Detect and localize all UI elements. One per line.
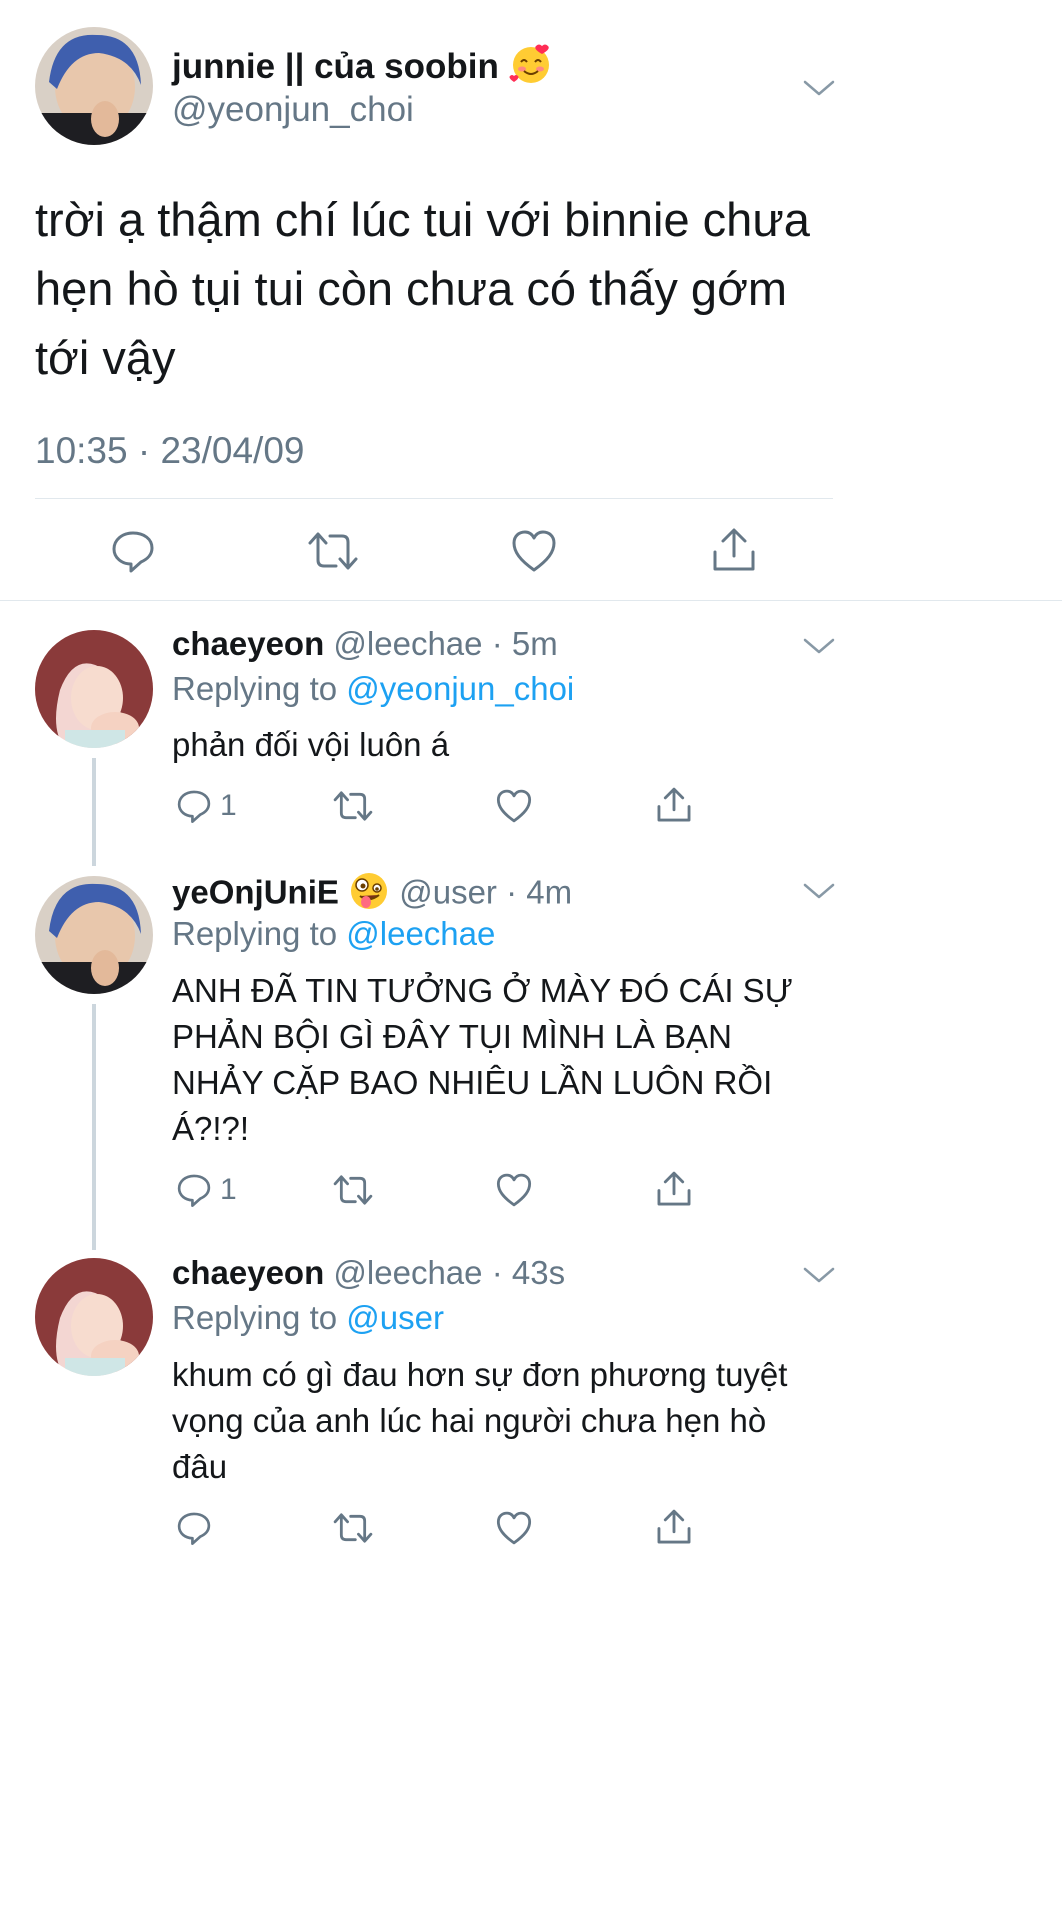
reply-icon[interactable] (176, 1172, 212, 1208)
reply-icon[interactable] (176, 1510, 212, 1546)
replying-to-label: Replying to (172, 670, 347, 707)
share-icon[interactable] (655, 1170, 693, 1208)
replying-to: Replying to @leechae (172, 915, 495, 953)
main-tweet-handle[interactable]: @yeonjun_choi (172, 90, 414, 130)
reply-avatar[interactable] (35, 630, 153, 748)
reply-text-line: NHẢY CẶP BAO NHIÊU LẦN LUÔN RỒI (172, 1064, 773, 1101)
smiling-face-with-hearts-icon (509, 42, 553, 95)
reply-text-line: khum có gì đau hơn sự đơn phương tuyệt (172, 1356, 788, 1393)
reply-count: 1 (220, 789, 237, 822)
like-icon[interactable] (495, 788, 533, 824)
reply-author-name[interactable]: yeOnjUniE (172, 874, 339, 911)
zany-face-icon (348, 870, 390, 920)
main-tweet-timestamp[interactable]: 10:35 · 23/04/09 (35, 430, 305, 472)
retweet-icon[interactable] (332, 788, 374, 824)
main-tweet-avatar[interactable] (35, 27, 153, 145)
like-icon[interactable] (495, 1510, 533, 1546)
reply-time[interactable]: · 43s (492, 1254, 565, 1291)
main-tweet-text: trời ạ thậm chí lúc tui với binnie chưa … (35, 185, 810, 392)
reply-icon[interactable] (176, 788, 212, 824)
reply-count: 1 (220, 1173, 237, 1206)
reply-text: ANH ĐÃ TIN TƯỞNG Ở MÀY ĐÓ CÁI SỰ PHẢN BỘ… (172, 968, 793, 1152)
reply-time[interactable]: · 4m (506, 874, 572, 911)
reply-text-line: Á?!?! (172, 1110, 250, 1147)
retweet-icon[interactable] (306, 528, 360, 574)
main-tweet-author-name[interactable]: junnie || của soobin (172, 42, 553, 95)
retweet-icon[interactable] (332, 1172, 374, 1208)
reply-text-line: phản đối vội luôn á (172, 726, 450, 763)
reply-avatar[interactable] (35, 876, 153, 994)
thread-line (92, 1004, 96, 1250)
share-icon[interactable] (655, 786, 693, 824)
section-divider (0, 600, 1062, 601)
main-tweet-text-line: trời ạ thậm chí lúc tui với binnie chưa (35, 193, 810, 246)
reply-text: khum có gì đau hơn sự đơn phương tuyệt v… (172, 1352, 787, 1490)
chevron-down-icon[interactable] (802, 881, 836, 901)
reply-handle[interactable]: @leechae (333, 625, 482, 662)
share-icon[interactable] (710, 526, 758, 574)
reply-text-line: ANH ĐÃ TIN TƯỞNG Ở MÀY ĐÓ CÁI SỰ (172, 972, 793, 1009)
replying-to: Replying to @user (172, 1299, 444, 1337)
replying-to: Replying to @yeonjun_choi (172, 670, 574, 708)
reply-author-name[interactable]: chaeyeon (172, 1254, 324, 1291)
reply-text-line: vọng của anh lúc hai người chưa hẹn hò (172, 1402, 767, 1439)
replying-to-link[interactable]: @user (346, 1299, 444, 1336)
reply-header: yeOnjUniE @user · 4m (172, 870, 572, 920)
reply-text: phản đối vội luôn á (172, 722, 449, 768)
reply-text-line: đâu (172, 1448, 228, 1485)
reply-handle[interactable]: @leechae (333, 1254, 482, 1291)
replying-to-link[interactable]: @leechae (346, 915, 495, 952)
main-tweet-text-line: hẹn hò tụi tui còn chưa có thấy gớm (35, 262, 788, 315)
like-icon[interactable] (510, 528, 558, 574)
reply-avatar[interactable] (35, 1258, 153, 1376)
reply-time[interactable]: · 5m (492, 625, 558, 662)
reply-text-line: PHẢN BỘI GÌ ĐÂY TỤI MÌNH LÀ BẠN (172, 1018, 732, 1055)
retweet-icon[interactable] (332, 1510, 374, 1546)
reply-handle[interactable]: @user (399, 874, 497, 911)
divider (35, 498, 833, 499)
reply-author-name[interactable]: chaeyeon (172, 625, 324, 662)
thread-line (92, 758, 96, 866)
main-tweet-text-line: tới vậy (35, 331, 176, 384)
like-icon[interactable] (495, 1172, 533, 1208)
chevron-down-icon[interactable] (802, 78, 836, 98)
reply-header: chaeyeon @leechae · 5m (172, 625, 558, 663)
replying-to-label: Replying to (172, 1299, 347, 1336)
replying-to-label: Replying to (172, 915, 347, 952)
chevron-down-icon[interactable] (802, 636, 836, 656)
reply-icon[interactable] (110, 528, 156, 574)
reply-header: chaeyeon @leechae · 43s (172, 1254, 565, 1292)
replying-to-link[interactable]: @yeonjun_choi (346, 670, 574, 707)
chevron-down-icon[interactable] (802, 1265, 836, 1285)
share-icon[interactable] (655, 1508, 693, 1546)
